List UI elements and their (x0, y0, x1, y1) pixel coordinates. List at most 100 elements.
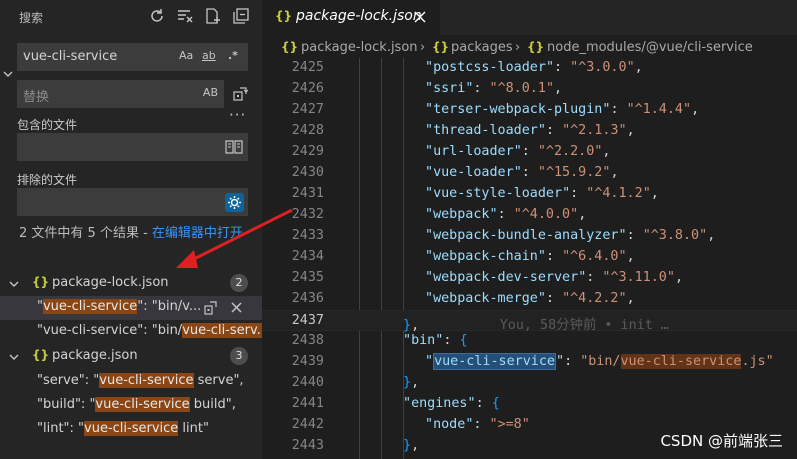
json-value: ^4.0.0 (521, 207, 571, 222)
match-highlight: vue-cli-service (99, 373, 194, 388)
chevron-down-icon[interactable] (8, 351, 20, 363)
line-number: 2436 (291, 291, 324, 306)
replace-all-icon[interactable] (232, 86, 249, 102)
code-line: 2425 "postcss-loader": "^3.0.0", (262, 58, 797, 79)
match-text: "serve": "vue-cli-service serve", (37, 373, 244, 388)
code-text: "node": ">=8" (425, 417, 530, 432)
match-highlight: vue-cli-serv... (182, 323, 262, 338)
match-after: build", (189, 397, 236, 412)
code-line: 2436 "webpack-merge": "^4.2.2", (262, 289, 797, 310)
code-line: 2433 "webpack-bundle-analyzer": "^3.8.0", (262, 226, 797, 247)
json-file-icon: {} (32, 275, 50, 289)
code-line: 2435 "webpack-dev-server": "^3.11.0", (262, 268, 797, 289)
json-value: ^2.2.0 (545, 144, 595, 159)
json-key: ssri (433, 81, 466, 96)
open-in-editor-link[interactable]: 在编辑器中打开 (152, 226, 243, 241)
code-line: 2441 "engines": { (262, 394, 797, 415)
code-text: "vue-style-loader": "^4.1.2", (425, 186, 659, 201)
json-key: terser-webpack-plugin (433, 102, 603, 117)
toggle-search-details-icon[interactable]: ··· (229, 106, 246, 124)
line-number: 2427 (291, 102, 324, 117)
json-value: ^8.0.1 (497, 81, 546, 96)
json-value: ^15.9.2 (545, 165, 603, 180)
result-file-row[interactable]: {} package.json 3 (0, 346, 262, 368)
line-number: 2431 (291, 186, 324, 201)
result-match-row[interactable]: "lint": "vue-cli-service lint" (0, 418, 262, 442)
result-match-row[interactable]: "vue-cli-service": "bin/v... (0, 296, 262, 320)
match-case-toggle[interactable]: Aa (179, 49, 193, 62)
dismiss-match-close-icon[interactable] (230, 301, 243, 314)
code-line: 2439 "vue-cli-service": "bin/vue-cli-ser… (262, 352, 797, 373)
json-value: ^3.11.0 (610, 270, 667, 285)
chevron-down-icon[interactable] (8, 278, 20, 290)
json-key: webpack-chain (433, 249, 538, 264)
json-value: ^1.4.4 (634, 102, 683, 117)
code-text: "webpack-merge": "^4.2.2", (425, 291, 635, 306)
replace-placeholder: 替换 (23, 90, 50, 105)
line-number: 2442 (291, 417, 324, 432)
result-file-row[interactable]: {} package-lock.json 2 (0, 273, 262, 295)
include-files-label: 包含的文件 (17, 118, 78, 132)
match-highlight: vue-cli-service (42, 299, 138, 314)
search-input[interactable]: vue-cli-service Aa ab .* (17, 43, 248, 71)
line-number: 2430 (291, 165, 324, 180)
json-value: bin/ (588, 354, 621, 369)
code-text: }, (403, 375, 420, 390)
json-key: bin (411, 333, 436, 348)
match-text: "build": "vue-cli-service build", (37, 397, 236, 412)
json-key: postcss-loader (433, 60, 546, 75)
exclude-files-input[interactable] (17, 188, 248, 216)
json-key: node (433, 417, 466, 432)
close-tab-icon[interactable] (414, 11, 426, 23)
json-value: ^2.1.3 (570, 123, 619, 138)
json-key: webpack (433, 207, 490, 222)
replace-match-icon[interactable] (204, 301, 218, 315)
code-text: "url-loader": "^2.2.0", (425, 144, 611, 159)
result-match-row[interactable]: "vue-cli-service": "bin/vue-cli-serv... (0, 320, 262, 344)
replace-input[interactable]: 替换 AB (17, 80, 224, 108)
tab-bar: {} package-lock.json (262, 0, 797, 35)
code-line: 2426 "ssri": "^8.0.1", (262, 79, 797, 100)
preserve-case-toggle[interactable]: AB (203, 86, 218, 99)
json-key: vue-loader (433, 165, 514, 180)
match-after: lint" (178, 421, 209, 436)
json-key: thread-loader (433, 123, 538, 138)
breadcrumb-packages[interactable]: packages (451, 40, 513, 55)
match-highlight: vue-cli-service (84, 421, 179, 436)
json-key: webpack-merge (433, 291, 538, 306)
match-whole-word-toggle[interactable]: ab (202, 49, 216, 62)
code-text: "vue-loader": "^15.9.2", (425, 165, 619, 180)
collapse-all-icon[interactable] (232, 7, 250, 25)
json-value: ^3.0.0 (578, 60, 627, 75)
clear-results-icon[interactable] (176, 7, 194, 25)
include-files-input[interactable] (17, 133, 248, 161)
toggle-replace-chevron-icon[interactable] (2, 68, 14, 80)
code-view[interactable]: 2425 "postcss-loader": "^3.0.0", 2426 "ssri… (262, 58, 797, 459)
line-number: 2426 (291, 81, 324, 96)
breadcrumb-node-module[interactable]: node_modules/@vue/cli-service (547, 40, 753, 55)
line-number: 2437 (291, 313, 324, 328)
code-text: "terser-webpack-plugin": "^1.4.4", (425, 102, 700, 117)
code-line: 2428 "thread-loader": "^2.1.3", (262, 121, 797, 142)
code-text: "ssri": "^8.0.1", (425, 81, 563, 96)
tab-package-lock[interactable]: {} package-lock.json (262, 0, 440, 35)
code-text: }, (403, 438, 420, 453)
new-search-editor-icon[interactable] (204, 7, 222, 25)
match-text: "vue-cli-service": "bin/vue-cli-serv... (37, 323, 262, 338)
refresh-icon[interactable] (148, 7, 166, 25)
match-before: "serve": " (37, 373, 100, 388)
json-key: webpack-dev-server (433, 270, 579, 285)
object-icon: {} (527, 40, 545, 54)
json-key: webpack-bundle-analyzer (433, 228, 619, 243)
search-open-editors-icon[interactable] (225, 139, 243, 155)
breadcrumb-file[interactable]: package-lock.json (301, 40, 418, 55)
use-regex-toggle[interactable]: .* (228, 49, 238, 62)
result-match-row[interactable]: "serve": "vue-cli-service serve", (0, 370, 262, 394)
use-exclude-settings-gear-icon[interactable] (225, 193, 244, 212)
search-sidebar: 搜索 vue-cli-service Aa ab .* 替换 AB ··· 包含… (0, 0, 262, 459)
line-number: 2434 (291, 249, 324, 264)
code-text: }, You, 58分钟前 • init … (403, 318, 669, 333)
result-match-row[interactable]: "build": "vue-cli-service build", (0, 394, 262, 418)
results-summary: 2 文件中有 5 个结果 - 在编辑器中打开 (19, 224, 244, 244)
result-count-badge: 2 (230, 274, 248, 292)
